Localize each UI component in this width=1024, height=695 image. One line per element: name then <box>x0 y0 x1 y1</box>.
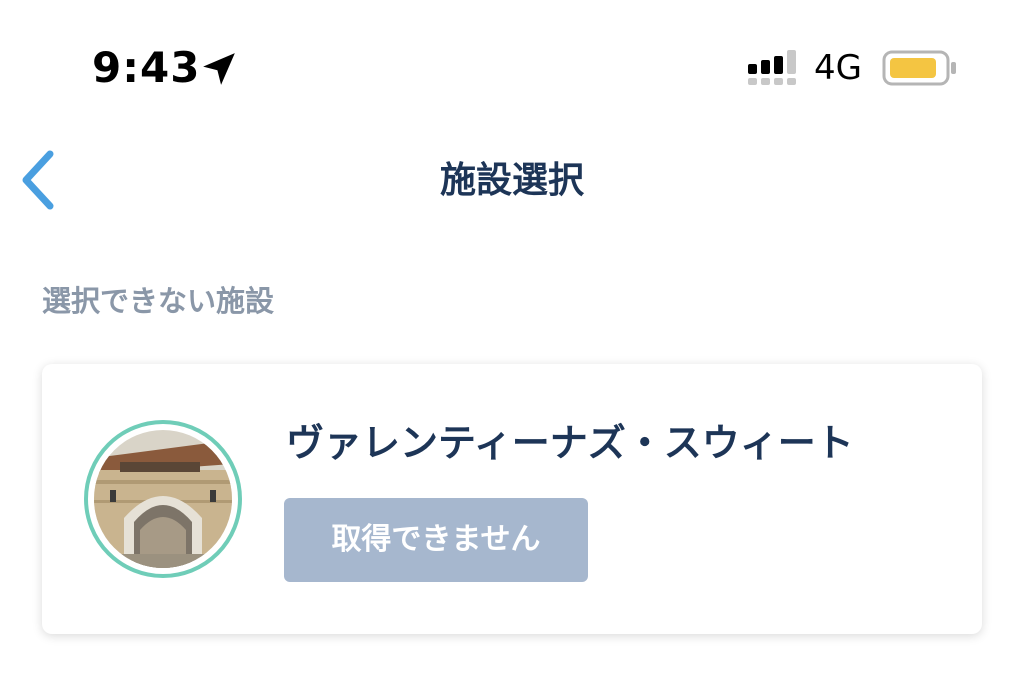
facility-photo <box>84 420 242 578</box>
unavailable-button[interactable]: 取得できません <box>284 498 588 582</box>
status-time: 9:43 <box>92 43 201 92</box>
facility-name: ヴァレンティーナズ・スウィート <box>286 421 854 465</box>
facility-card: ヴァレンティーナズ・スウィート 取得できません <box>42 364 982 634</box>
facility-arch-image <box>94 430 232 568</box>
network-type: 4G <box>814 48 862 88</box>
battery-icon <box>882 50 956 86</box>
location-arrow-icon <box>203 53 235 85</box>
screen: 9:43 4G 施設選択 選択できない施設 ヴァレンティーナズ・スウィート 取得… <box>0 0 1024 695</box>
section-label-unselectable: 選択できない施設 <box>42 284 275 318</box>
cellular-signal-icon <box>748 50 796 85</box>
page-title: 施設選択 <box>439 160 584 201</box>
